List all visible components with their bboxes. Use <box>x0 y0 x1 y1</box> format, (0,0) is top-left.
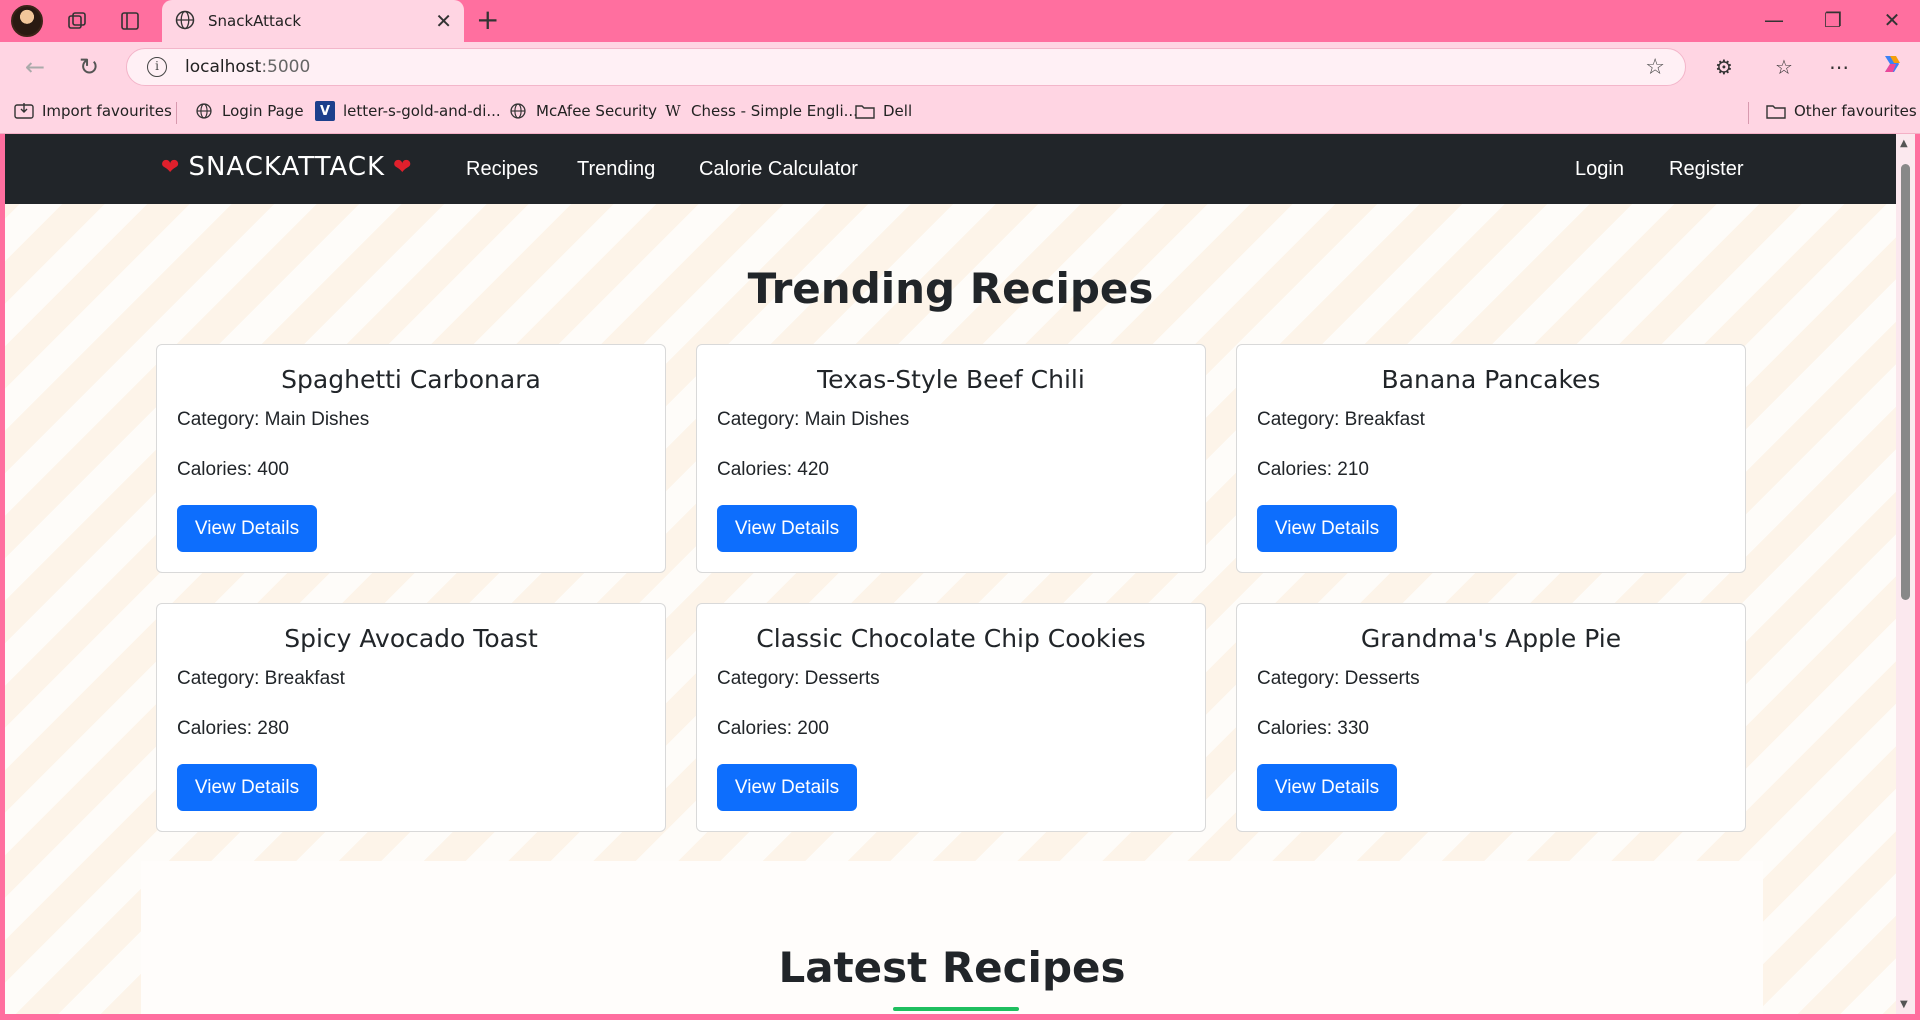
vector-logo-icon: V <box>315 101 335 121</box>
extensions-icon[interactable]: ⚙ <box>1708 52 1740 82</box>
bookmark-separator <box>176 102 177 124</box>
recipe-card: Banana Pancakes Category: Breakfast Calo… <box>1236 344 1746 573</box>
site-navbar: ❤ SNACKATTACK ❤ Recipes Trending Calorie… <box>5 134 1896 204</box>
globe-icon <box>508 101 528 121</box>
bookmark-separator <box>1748 102 1749 124</box>
nav-calorie-calculator[interactable]: Calorie Calculator <box>699 158 858 181</box>
folder-icon <box>1766 101 1786 121</box>
url-text: localhost:5000 <box>185 57 311 77</box>
view-details-button[interactable]: View Details <box>717 505 857 552</box>
nav-register[interactable]: Register <box>1669 158 1743 181</box>
recipe-name: Spaghetti Carbonara <box>281 365 541 394</box>
recipe-card: Spicy Avocado Toast Category: Breakfast … <box>156 603 666 832</box>
bookmark-import-favourites[interactable]: Import favourites <box>14 101 172 121</box>
scroll-up-icon[interactable]: ▲ <box>1900 138 1908 149</box>
page-viewport: ❤ SNACKATTACK ❤ Recipes Trending Calorie… <box>5 134 1896 1014</box>
recipe-category: Category: Desserts <box>1257 668 1420 689</box>
tab-title: SnackAttack <box>208 12 302 30</box>
favourites-icon[interactable]: ☆ <box>1768 52 1800 82</box>
bookmark-mcafee[interactable]: McAfee Security <box>508 101 657 121</box>
globe-icon <box>174 9 198 33</box>
page-scrollbar[interactable]: ▲ ▼ <box>1896 134 1915 1014</box>
recipe-calories: Calories: 200 <box>717 718 829 739</box>
scroll-down-icon[interactable]: ▼ <box>1900 999 1908 1010</box>
recipe-name: Banana Pancakes <box>1381 365 1601 394</box>
recipe-category: Category: Main Dishes <box>177 409 370 430</box>
wikipedia-icon: W <box>665 102 681 120</box>
heart-icon: ❤ <box>161 154 181 180</box>
recipe-card: Classic Chocolate Chip Cookies Category:… <box>696 603 1206 832</box>
minimize-icon[interactable]: — <box>1754 8 1794 32</box>
scrollbar-thumb[interactable] <box>1901 164 1910 600</box>
nav-login[interactable]: Login <box>1575 158 1624 181</box>
reload-icon[interactable]: ↻ <box>74 52 104 82</box>
recipe-calories: Calories: 210 <box>1257 459 1369 480</box>
latest-recipes-section: Latest Recipes <box>141 861 1763 1014</box>
recipe-calories: Calories: 400 <box>177 459 289 480</box>
window-frame-bottom <box>0 1014 1920 1020</box>
address-bar-row: ← ↻ i localhost:5000 ☆ ⚙ ☆ ⋯ <box>0 42 1920 92</box>
globe-icon <box>194 101 214 121</box>
heart-icon: ❤ <box>393 154 413 180</box>
bookmark-login-page[interactable]: Login Page <box>194 101 304 121</box>
recipe-card: Texas-Style Beef Chili Category: Main Di… <box>696 344 1206 573</box>
recipe-calories: Calories: 420 <box>717 459 829 480</box>
bookmark-letter-s[interactable]: V letter-s-gold-and-di... <box>315 101 501 121</box>
folder-icon <box>855 101 875 121</box>
more-options-icon[interactable]: ⋯ <box>1823 52 1855 82</box>
recipe-calories: Calories: 330 <box>1257 718 1369 739</box>
bookmarks-bar: Import favourites Login Page V letter-s-… <box>0 92 1920 134</box>
brand-logo[interactable]: ❤ SNACKATTACK ❤ <box>153 152 421 182</box>
view-details-button[interactable]: View Details <box>1257 764 1397 811</box>
new-tab-icon[interactable]: + <box>476 6 499 34</box>
close-tab-icon[interactable]: ✕ <box>435 9 452 33</box>
copilot-icon[interactable] <box>1876 52 1908 82</box>
recipe-category: Category: Breakfast <box>177 668 345 689</box>
view-details-button[interactable]: View Details <box>177 764 317 811</box>
site-info-icon[interactable]: i <box>147 57 167 77</box>
recipe-calories: Calories: 280 <box>177 718 289 739</box>
title-underline <box>893 1007 1019 1011</box>
close-window-icon[interactable]: ✕ <box>1872 8 1912 32</box>
bookmark-other-favourites[interactable]: Other favourites <box>1766 101 1917 121</box>
bookmark-dell[interactable]: Dell <box>855 101 912 121</box>
profile-avatar[interactable] <box>11 5 43 37</box>
workspaces-icon[interactable] <box>62 6 92 36</box>
view-details-button[interactable]: View Details <box>177 505 317 552</box>
latest-title: Latest Recipes <box>778 943 1126 992</box>
recipe-card: Spaghetti Carbonara Category: Main Dishe… <box>156 344 666 573</box>
url-field[interactable]: i localhost:5000 ☆ <box>126 48 1686 86</box>
recipe-category: Category: Breakfast <box>1257 409 1425 430</box>
active-tab[interactable]: SnackAttack ✕ <box>162 0 464 42</box>
favourite-star-icon[interactable]: ☆ <box>1645 55 1665 80</box>
recipe-category: Category: Main Dishes <box>717 409 910 430</box>
bookmark-chess[interactable]: W Chess - Simple Engli... <box>663 101 858 121</box>
recipe-category: Category: Desserts <box>717 668 880 689</box>
nav-recipes[interactable]: Recipes <box>466 158 538 181</box>
recipe-name: Classic Chocolate Chip Cookies <box>756 624 1146 653</box>
recipe-name: Grandma's Apple Pie <box>1360 624 1622 653</box>
browser-tab-bar: SnackAttack ✕ + — ❐ ✕ <box>0 0 1920 42</box>
view-details-button[interactable]: View Details <box>717 764 857 811</box>
trending-title: Trending Recipes <box>747 264 1154 313</box>
view-details-button[interactable]: View Details <box>1257 505 1397 552</box>
import-icon <box>14 101 34 121</box>
vertical-tabs-icon[interactable] <box>115 6 145 36</box>
recipe-card: Grandma's Apple Pie Category: Desserts C… <box>1236 603 1746 832</box>
nav-trending[interactable]: Trending <box>577 158 655 181</box>
recipe-name: Spicy Avocado Toast <box>284 624 538 653</box>
restore-icon[interactable]: ❐ <box>1813 8 1853 32</box>
recipe-name: Texas-Style Beef Chili <box>817 365 1085 394</box>
back-icon[interactable]: ← <box>20 52 50 82</box>
